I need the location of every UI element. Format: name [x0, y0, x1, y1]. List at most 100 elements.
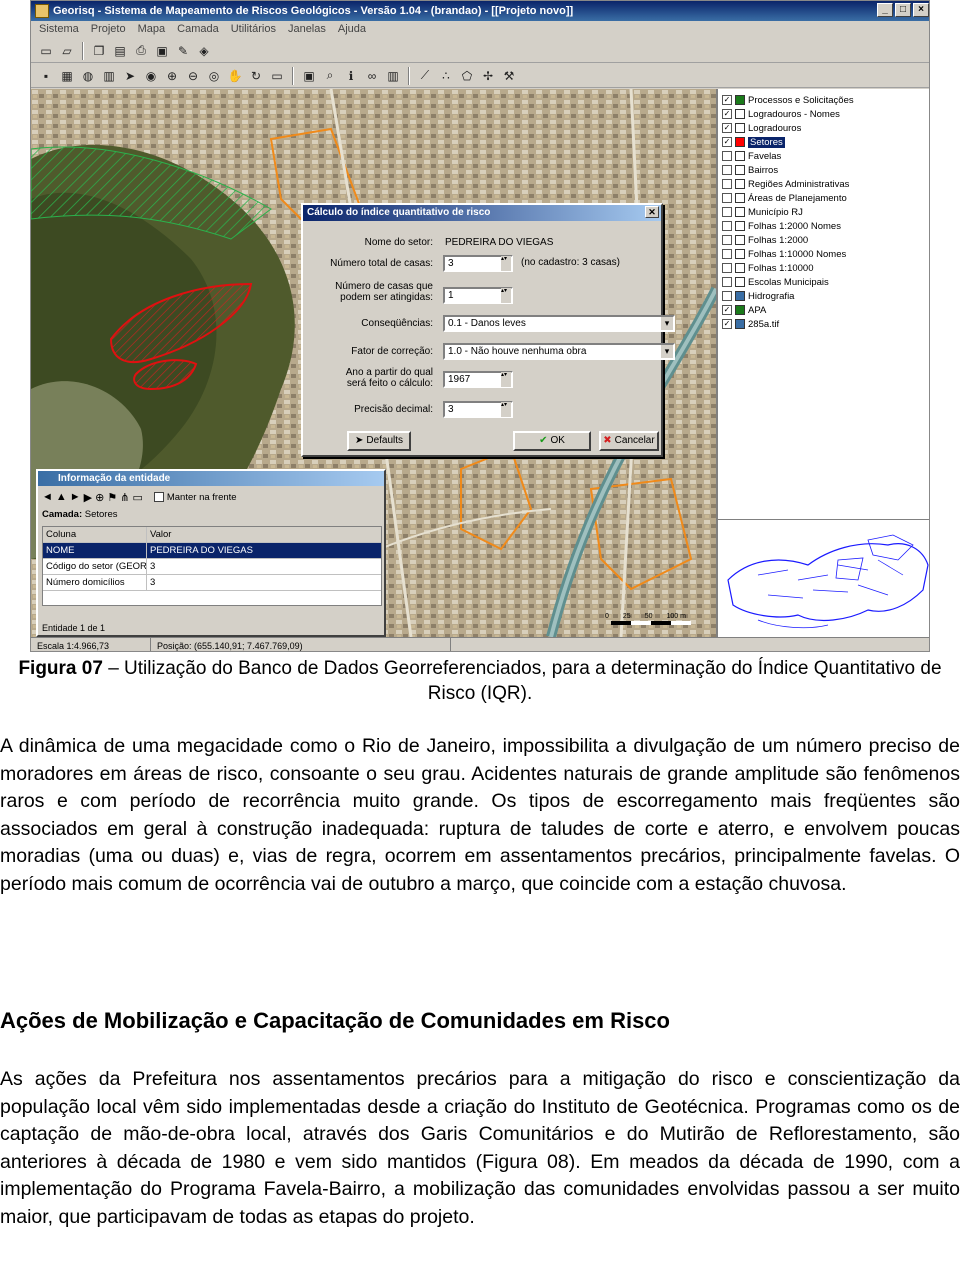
zoom-extent-icon[interactable]: ◉	[142, 67, 160, 85]
tree-icon[interactable]: ⋔	[120, 491, 129, 504]
menu-camada[interactable]: Camada	[177, 21, 219, 37]
edit-icon[interactable]: ✎	[174, 42, 192, 60]
houses-spinner[interactable]: 3	[443, 255, 513, 272]
menu-sistema[interactable]: Sistema	[39, 21, 79, 37]
window-icon[interactable]: ▭	[268, 67, 286, 85]
overview-map[interactable]	[716, 519, 929, 637]
layer-visibility-checkbox[interactable]: ✓	[722, 109, 732, 119]
legend-item-label: Bairros	[748, 164, 779, 176]
search-icon[interactable]: ⌕	[321, 67, 339, 85]
legend-item[interactable]: Bairros	[718, 163, 929, 177]
legend-item[interactable]: ✓ Setores	[718, 135, 929, 149]
layer-visibility-checkbox[interactable]: ✓	[722, 305, 732, 315]
legend-item[interactable]: Município RJ	[718, 205, 929, 219]
pan-icon[interactable]: ✋	[226, 67, 244, 85]
globe-icon[interactable]: ◍	[79, 67, 97, 85]
layer-visibility-checkbox[interactable]	[722, 221, 732, 231]
frame-icon[interactable]: ▣	[300, 67, 318, 85]
print-icon[interactable]: ⎙	[132, 42, 150, 60]
layer-visibility-checkbox[interactable]: ✓	[722, 95, 732, 105]
grid-icon[interactable]: ▦	[58, 67, 76, 85]
draw-polygon-icon[interactable]: ⬠	[458, 67, 476, 85]
zoom-out-icon[interactable]: ⊖	[184, 67, 202, 85]
layer-visibility-checkbox[interactable]: ✓	[722, 319, 732, 329]
open-icon[interactable]: ▱	[58, 42, 76, 60]
legend-item[interactable]: ✓ 285a.tif	[718, 317, 929, 331]
draw-point-icon[interactable]: ∴	[437, 67, 455, 85]
minimize-button[interactable]: _	[877, 3, 893, 17]
precision-spinner[interactable]: 3	[443, 401, 513, 418]
save-icon[interactable]: ▪	[37, 67, 55, 85]
legend-item[interactable]: ✓ Logradouros - Nomes	[718, 107, 929, 121]
zoom-icon[interactable]: ◎	[205, 67, 223, 85]
legend-item[interactable]: ✓ Logradouros	[718, 121, 929, 135]
table2-icon[interactable]: ▥	[384, 67, 402, 85]
zoom-entity-icon[interactable]: ⊕	[95, 491, 104, 504]
legend-item[interactable]: Folhas 1:10000	[718, 261, 929, 275]
edit-node-icon[interactable]: ✢	[479, 67, 497, 85]
copy-icon[interactable]: ❐	[90, 42, 108, 60]
layer-visibility-checkbox[interactable]	[722, 207, 732, 217]
layer-visibility-checkbox[interactable]: ✓	[722, 137, 732, 147]
layer-visibility-checkbox[interactable]	[722, 165, 732, 175]
binoculars-icon[interactable]: ∞	[363, 67, 381, 85]
info-icon[interactable]: ℹ	[342, 67, 360, 85]
legend-item[interactable]: ✓ Processos e Solicitações	[718, 93, 929, 107]
window-small-icon[interactable]: ▭	[132, 491, 142, 504]
paint-icon[interactable]: ◈	[195, 42, 213, 60]
legend-item[interactable]: Favelas	[718, 149, 929, 163]
legend-item[interactable]: Folhas 1:10000 Nomes	[718, 247, 929, 261]
tools-icon[interactable]: ⚒	[500, 67, 518, 85]
cancel-button[interactable]: ✖ Cancelar	[599, 431, 659, 451]
menu-projeto[interactable]: Projeto	[91, 21, 126, 37]
refresh-icon[interactable]: ↻	[247, 67, 265, 85]
consequences-select[interactable]: 0.1 - Danos leves	[443, 315, 675, 332]
correction-select[interactable]: 1.0 - Não houve nenhuma obra	[443, 343, 675, 360]
ok-button[interactable]: ✔ OK	[513, 431, 591, 451]
up-icon[interactable]: ▲	[56, 491, 67, 503]
maximize-button[interactable]: □	[895, 3, 911, 17]
pointer-icon[interactable]: ➤	[121, 67, 139, 85]
layers-icon[interactable]: ▤	[111, 42, 129, 60]
layer-visibility-checkbox[interactable]	[722, 249, 732, 259]
forward-icon[interactable]: ►	[70, 491, 81, 503]
legend-item[interactable]: Áreas de Planejamento	[718, 191, 929, 205]
layer-visibility-checkbox[interactable]: ✓	[722, 123, 732, 133]
legend-item[interactable]: Hidrografia	[718, 289, 929, 303]
layer-visibility-checkbox[interactable]	[722, 151, 732, 161]
menu-ajuda[interactable]: Ajuda	[338, 21, 366, 37]
menu-janelas[interactable]: Janelas	[288, 21, 326, 37]
table-icon[interactable]: ▥	[100, 67, 118, 85]
close-doc-icon[interactable]: ▣	[153, 42, 171, 60]
new-icon[interactable]: ▭	[37, 42, 55, 60]
layer-visibility-checkbox[interactable]	[722, 291, 732, 301]
legend-item[interactable]: Folhas 1:2000	[718, 233, 929, 247]
back-icon[interactable]: ◄	[42, 491, 53, 503]
close-button[interactable]: ×	[913, 3, 929, 17]
legend-item[interactable]: Folhas 1:2000 Nomes	[718, 219, 929, 233]
table-row[interactable]: Código do setor (GEORIO) 3	[43, 559, 381, 575]
draw-line-icon[interactable]: ⟋	[416, 67, 434, 85]
layer-visibility-checkbox[interactable]	[722, 263, 732, 273]
layer-visibility-checkbox[interactable]	[722, 193, 732, 203]
legend-item[interactable]: ✓ APA	[718, 303, 929, 317]
table-row[interactable]: Número domicílios 3	[43, 575, 381, 591]
affected-spinner[interactable]: 1	[443, 287, 513, 304]
legend-item[interactable]: Regiões Administrativas	[718, 177, 929, 191]
layer-visibility-checkbox[interactable]	[722, 179, 732, 189]
menu-utilitarios[interactable]: Utilitários	[231, 21, 276, 37]
legend-item-label: Logradouros - Nomes	[748, 108, 840, 120]
keep-front-checkbox[interactable]	[153, 492, 164, 502]
table-row[interactable]: NOME PEDREIRA DO VIEGAS	[43, 543, 381, 559]
zoom-in-icon[interactable]: ⊕	[163, 67, 181, 85]
legend-item[interactable]: Escolas Municipais	[718, 275, 929, 289]
menu-mapa[interactable]: Mapa	[138, 21, 166, 37]
year-spinner[interactable]: 1967	[443, 371, 513, 388]
layer-visibility-checkbox[interactable]	[722, 277, 732, 287]
next-icon[interactable]: ▶	[84, 491, 92, 504]
layer-visibility-checkbox[interactable]	[722, 235, 732, 245]
dialog-close-button[interactable]: ✕	[645, 206, 659, 218]
flag-icon[interactable]: ⚑	[107, 491, 117, 504]
defaults-button[interactable]: ➤ Defaults	[347, 431, 411, 451]
entity-table[interactable]: Coluna Valor NOME PEDREIRA DO VIEGAS Cód…	[42, 526, 382, 606]
